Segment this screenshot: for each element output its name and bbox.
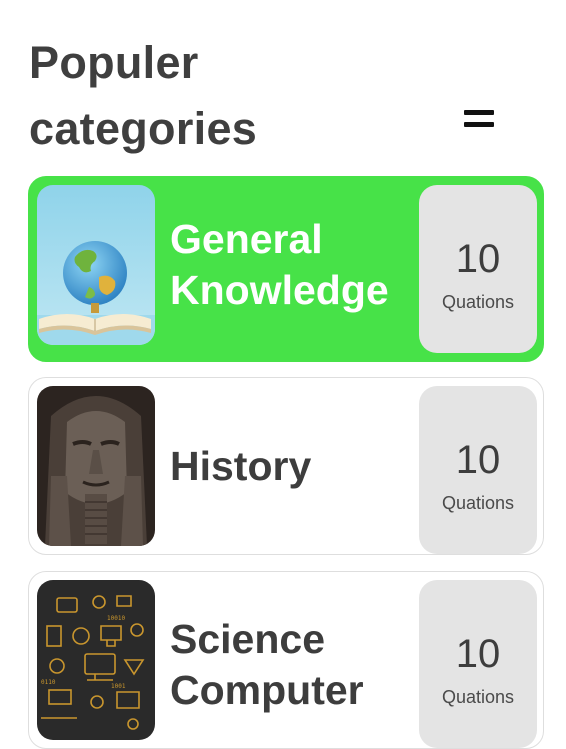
category-title: General Knowledge <box>170 216 389 313</box>
menu-button[interactable] <box>462 102 498 132</box>
tech-doodle-image: 10010 0110 1001 <box>37 580 155 740</box>
pharaoh-statue-image <box>37 386 155 546</box>
question-count-number: 10 <box>455 632 501 676</box>
category-title: History <box>170 442 312 489</box>
category-card-general-knowledge[interactable]: General Knowledge 10 Quations <box>28 176 544 362</box>
question-count-label: Quations <box>441 493 515 513</box>
globe-on-book-image <box>37 185 155 345</box>
svg-text:10010: 10010 <box>107 615 125 622</box>
category-card-history[interactable]: History 10 Quations <box>28 377 544 555</box>
question-count-label: Quations <box>441 292 515 312</box>
header: Populer categories <box>29 30 539 160</box>
svg-text:0110: 0110 <box>41 679 56 686</box>
category-card-science-computer[interactable]: 10010 0110 1001 Science Computer 10 Quat… <box>28 571 544 749</box>
question-count-box: 10 Quations <box>419 580 537 748</box>
page-title: Populer categories <box>29 37 258 154</box>
question-count-label: Quations <box>441 687 515 707</box>
question-count-number: 10 <box>455 237 501 281</box>
category-title: Science Computer <box>170 616 364 713</box>
question-count-number: 10 <box>455 438 501 482</box>
question-count-box: 10 Quations <box>419 185 537 353</box>
question-count-box: 10 Quations <box>419 386 537 554</box>
